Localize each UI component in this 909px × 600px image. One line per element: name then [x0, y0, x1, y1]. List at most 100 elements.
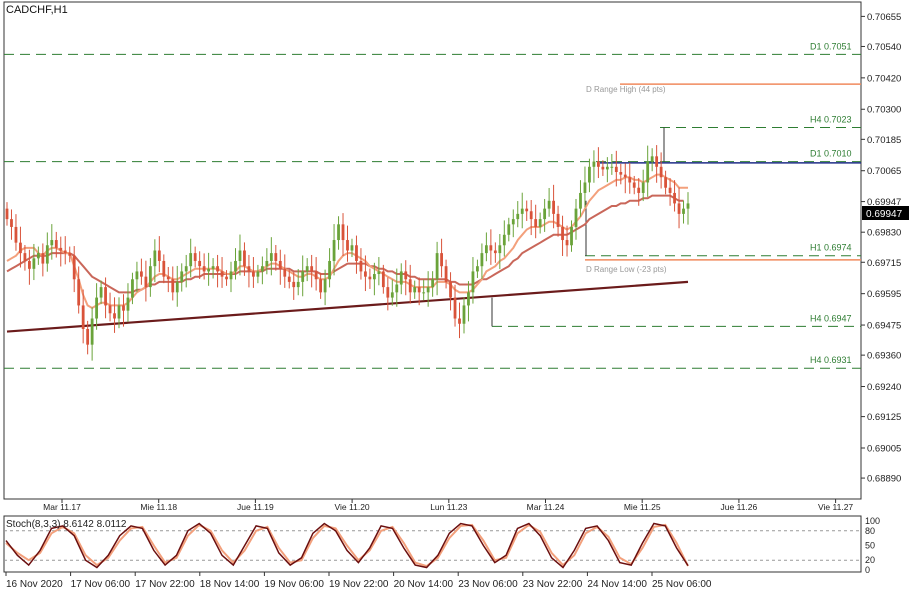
candle-body	[23, 253, 27, 261]
candle-body	[556, 213, 560, 227]
candle-body	[355, 245, 358, 261]
candle-body	[166, 276, 170, 280]
candle-body	[184, 266, 188, 272]
candle-body	[45, 245, 49, 264]
candle-body	[140, 271, 143, 277]
candle-body	[252, 271, 255, 277]
time-tick-label: 17 Nov 22:00	[135, 579, 195, 590]
price-tick-label: 0.69240	[867, 382, 901, 393]
candle-body	[113, 313, 116, 319]
level-label: D Range Low (-23 pts)	[586, 265, 667, 274]
day-tick-label: Vie 11.20	[335, 502, 370, 512]
candle-body	[59, 247, 63, 251]
candle-body	[337, 224, 340, 241]
candle-body	[592, 161, 596, 167]
candle-body	[332, 240, 336, 261]
price-tag-value: 0.69947	[866, 209, 903, 220]
candle-body	[265, 260, 269, 267]
candle-body	[14, 226, 18, 243]
candle-body	[525, 208, 529, 212]
candle-body	[605, 166, 609, 170]
candle-body	[440, 253, 443, 267]
candle-body	[426, 287, 430, 293]
candle-body	[50, 240, 54, 246]
candle-body	[234, 260, 237, 272]
level-label: H4 0.6947	[810, 313, 852, 323]
day-tick-label: Jue 11.19	[237, 502, 274, 512]
candle-body	[274, 253, 278, 261]
candle-body	[614, 166, 618, 173]
candle-body	[28, 260, 31, 269]
candle-body	[229, 271, 233, 280]
candle-body	[632, 182, 636, 188]
time-tick-label: 23 Nov 22:00	[523, 579, 583, 590]
candle-body	[207, 268, 211, 272]
stoch-level-label: 100	[865, 516, 880, 526]
candle-body	[623, 174, 627, 178]
candle-body	[372, 274, 376, 280]
candle-body	[650, 156, 654, 162]
candle-body	[310, 266, 314, 272]
candle-body	[305, 266, 309, 272]
candle-body	[583, 182, 587, 193]
candle-body	[216, 266, 219, 272]
day-tick-label: Mar 11.17	[43, 502, 81, 512]
candle-body	[341, 224, 345, 241]
price-tick-label: 0.69360	[867, 351, 901, 362]
candle-body	[507, 224, 511, 235]
candle-body	[476, 266, 479, 272]
price-tick-label: 0.69715	[867, 258, 901, 269]
candle-body	[641, 182, 645, 193]
time-tick-label: 16 Nov 2020	[6, 579, 63, 590]
candle-body	[610, 166, 614, 168]
candle-body	[413, 287, 417, 293]
candle-body	[86, 328, 90, 345]
chart-canvas: D1 0.7051 D Range High (44 pts) H4 0.7023 D…	[0, 0, 909, 600]
candle-body	[99, 287, 103, 298]
candle-body	[171, 279, 175, 293]
candle-body	[32, 258, 36, 269]
candle-body	[637, 187, 641, 193]
candle-body	[467, 292, 470, 306]
candle-body	[180, 271, 184, 282]
candle-body	[686, 203, 690, 209]
candle-body	[323, 279, 327, 293]
candle-body	[659, 166, 663, 178]
candle-body	[108, 305, 112, 314]
candle-body	[417, 287, 421, 293]
time-tick-label: 17 Nov 06:00	[71, 579, 131, 590]
price-tick-label: 0.70420	[867, 73, 901, 84]
candle-body	[175, 281, 179, 293]
price-tick-label: 0.70540	[867, 42, 901, 53]
candle-body	[570, 226, 573, 246]
price-tick-label: 0.69125	[867, 412, 901, 423]
candle-body	[502, 234, 506, 246]
candle-body	[552, 200, 555, 214]
candle-body	[278, 260, 282, 269]
candle-body	[54, 240, 58, 248]
candle-body	[673, 192, 676, 204]
time-tick-label: 24 Nov 14:00	[587, 579, 647, 590]
candle-body	[534, 219, 538, 227]
candle-body	[538, 219, 542, 227]
price-tick-label: 0.69005	[867, 443, 901, 454]
candle-body	[408, 279, 412, 293]
level-label: D Range High (44 pts)	[586, 85, 666, 94]
candle-body	[431, 279, 435, 288]
candle-body	[489, 245, 493, 251]
price-tick-label: 0.70065	[867, 166, 901, 177]
time-tick-label: 19 Nov 22:00	[329, 579, 389, 590]
candle-body	[63, 250, 67, 254]
candle-body	[444, 266, 448, 282]
candle-body	[561, 226, 564, 241]
candle-body	[395, 284, 399, 293]
level-label: H4 0.6931	[810, 355, 852, 365]
candle-body	[386, 287, 390, 298]
day-tick-label: Mie 11.25	[624, 502, 661, 512]
candle-body	[677, 203, 681, 214]
candle-body	[90, 318, 94, 345]
candle-body	[189, 253, 193, 267]
level-label: H4 0.7023	[810, 115, 852, 125]
price-tick-label: 0.69595	[867, 289, 901, 300]
candle-body	[269, 253, 273, 261]
